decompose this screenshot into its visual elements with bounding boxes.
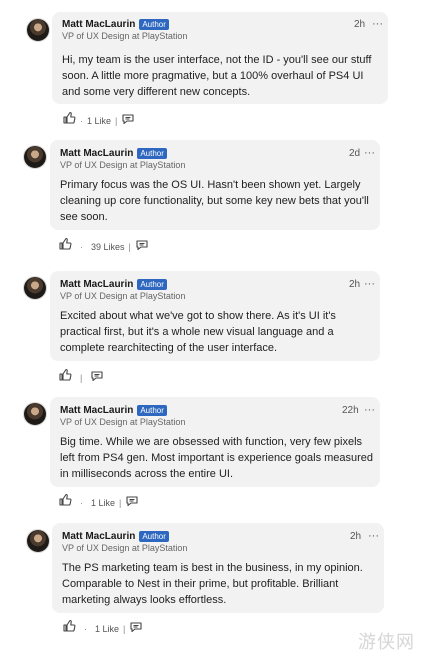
timestamp: 2h: [350, 531, 362, 542]
like-count[interactable]: 1 Like: [95, 624, 119, 634]
author-name[interactable]: Matt MacLaurin: [62, 531, 135, 542]
timestamp: 2d: [349, 148, 361, 159]
divider: |: [115, 115, 118, 126]
author-headline: VP of UX Design at PlayStation: [60, 417, 186, 427]
thumbs-up-icon[interactable]: [58, 368, 72, 387]
comment-actions: · 1 Like |: [62, 619, 143, 638]
timestamp: 2h: [349, 279, 361, 290]
more-dots-icon[interactable]: ···: [364, 147, 375, 159]
divider: |: [128, 241, 131, 252]
timestamp: 2h: [354, 19, 366, 30]
author-headline: VP of UX Design at PlayStation: [60, 160, 186, 170]
comment-bubble: Matt MacLaurin Author VP of UX Design at…: [52, 12, 388, 104]
comment-text: The PS marketing team is best in the bus…: [62, 562, 363, 606]
author-name[interactable]: Matt MacLaurin: [60, 279, 133, 290]
author-name[interactable]: Matt MacLaurin: [60, 148, 133, 159]
more-dots-icon[interactable]: ···: [364, 404, 375, 416]
timestamp: 22h: [342, 405, 359, 416]
avatar[interactable]: [27, 19, 49, 41]
author-name[interactable]: Matt MacLaurin: [62, 19, 135, 30]
comment-bubble: Matt MacLaurin Author VP of UX Design at…: [50, 140, 380, 230]
separator: ·: [80, 497, 83, 508]
watermark: 游侠网: [358, 632, 415, 653]
author-row: Matt MacLaurin Author: [60, 148, 167, 159]
avatar[interactable]: [27, 530, 49, 552]
reply-icon[interactable]: [121, 112, 135, 130]
author-badge: Author: [137, 148, 167, 159]
divider: |: [123, 623, 126, 634]
comment-text: Excited about what we've got to show the…: [60, 310, 336, 354]
divider: |: [119, 497, 122, 508]
author-row: Matt MacLaurin Author: [62, 531, 169, 542]
comment-actions: · 39 Likes |: [58, 237, 149, 256]
reply-icon[interactable]: [125, 494, 139, 512]
author-name[interactable]: Matt MacLaurin: [60, 405, 133, 416]
like-count[interactable]: 39 Likes: [91, 242, 125, 252]
author-headline: VP of UX Design at PlayStation: [62, 543, 188, 553]
author-row: Matt MacLaurin Author: [60, 279, 167, 290]
author-badge: Author: [137, 279, 167, 290]
reply-icon[interactable]: [135, 238, 149, 256]
like-count[interactable]: 1 Like: [87, 116, 111, 126]
more-dots-icon[interactable]: ···: [364, 278, 375, 290]
author-headline: VP of UX Design at PlayStation: [60, 291, 186, 301]
separator: ·: [80, 241, 83, 252]
thumbs-up-icon[interactable]: [62, 111, 76, 130]
author-badge: Author: [139, 19, 169, 30]
author-headline: VP of UX Design at PlayStation: [62, 31, 188, 41]
reply-icon[interactable]: [129, 620, 143, 638]
thumbs-up-icon[interactable]: [58, 237, 72, 256]
comment-actions: · 1 Like |: [62, 111, 135, 130]
reply-icon[interactable]: [90, 369, 104, 387]
more-dots-icon[interactable]: ···: [372, 18, 383, 30]
comment-actions: · 1 Like |: [58, 493, 139, 512]
comment-text: Hi, my team is the user interface, not t…: [62, 54, 372, 98]
divider: |: [80, 372, 83, 383]
comment-bubble: Matt MacLaurin Author VP of UX Design at…: [50, 397, 380, 487]
comment-text: Primary focus was the OS UI. Hasn't been…: [60, 179, 369, 223]
avatar[interactable]: [24, 277, 46, 299]
author-row: Matt MacLaurin Author: [60, 405, 167, 416]
separator: ·: [80, 115, 83, 126]
author-row: Matt MacLaurin Author: [62, 19, 169, 30]
thumbs-up-icon[interactable]: [62, 619, 76, 638]
comment-actions: |: [58, 368, 104, 387]
avatar[interactable]: [24, 146, 46, 168]
thumbs-up-icon[interactable]: [58, 493, 72, 512]
comment-bubble: Matt MacLaurin Author VP of UX Design at…: [52, 523, 384, 613]
author-badge: Author: [139, 531, 169, 542]
avatar[interactable]: [24, 403, 46, 425]
separator: ·: [84, 623, 87, 634]
comment-text: Big time. While we are obsessed with fun…: [60, 436, 374, 480]
author-badge: Author: [137, 405, 167, 416]
comment-bubble: Matt MacLaurin Author VP of UX Design at…: [50, 271, 380, 361]
like-count[interactable]: 1 Like: [91, 498, 115, 508]
more-dots-icon[interactable]: ···: [368, 530, 379, 542]
